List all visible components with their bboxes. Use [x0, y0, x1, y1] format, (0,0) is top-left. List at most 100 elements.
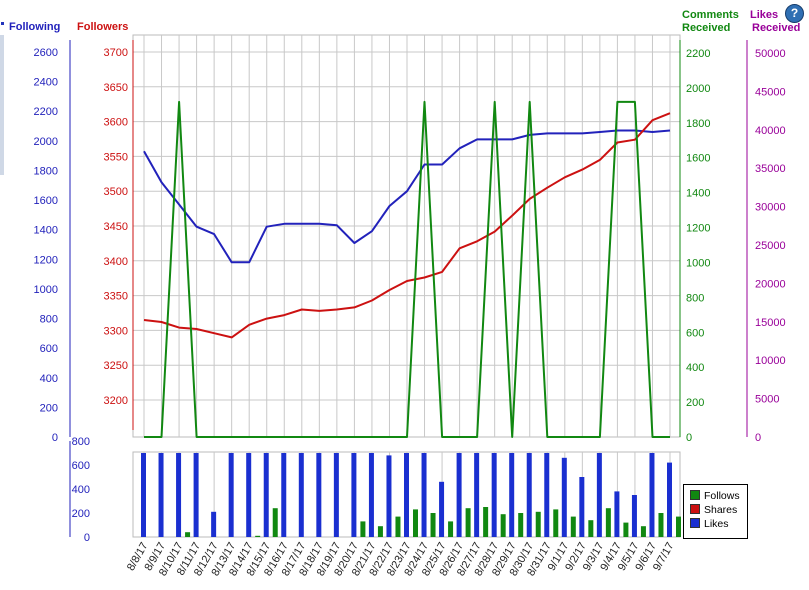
- following-tick-label: 2400: [34, 77, 58, 89]
- legend-swatch-likes: [690, 518, 700, 528]
- legend-swatch-shares: [690, 504, 700, 514]
- comments-tick-label: 600: [686, 327, 704, 339]
- follows-bar: [448, 521, 454, 537]
- bar-tick-label: 200: [72, 508, 90, 520]
- follows-bar: [395, 516, 401, 537]
- follows-bar: [377, 526, 383, 537]
- follows-bar: [430, 513, 436, 537]
- followers-tick-label: 3600: [104, 117, 128, 129]
- follows-bar: [360, 521, 366, 537]
- follows-bar: [623, 522, 629, 537]
- likes-bar: [667, 462, 672, 537]
- likes-bar: [526, 453, 532, 537]
- likes-bar: [368, 453, 374, 537]
- legend-label-follows: Follows: [704, 490, 740, 502]
- likes-bar: [579, 477, 585, 537]
- following-tick-label: 2200: [34, 106, 58, 118]
- likes-bar: [158, 453, 164, 537]
- follows-bar: [272, 508, 278, 537]
- likes-bar: [228, 453, 234, 537]
- follows-bar: [658, 513, 664, 537]
- following-tick-label: 0: [52, 432, 58, 444]
- comments-tick-label: 1800: [686, 118, 710, 130]
- followers-tick-label: 3500: [104, 186, 128, 198]
- likes-tick-label: 5000: [755, 394, 779, 406]
- following-tick-label: 2000: [34, 136, 58, 148]
- bar-tick-label: 0: [84, 532, 90, 544]
- likes-bar: [491, 453, 497, 537]
- likes-bar: [421, 453, 427, 537]
- likes-bar: [509, 453, 515, 537]
- following-tick-label: 1400: [34, 225, 58, 237]
- follows-bar: [255, 535, 261, 537]
- likes-bar: [386, 455, 392, 537]
- follows-bar: [483, 507, 489, 537]
- likes-tick-label: 10000: [755, 355, 786, 367]
- likes-bar: [596, 453, 602, 537]
- followers-tick-label: 3400: [104, 256, 128, 268]
- likes-tick-label: 20000: [755, 278, 786, 290]
- follows-bar: [553, 509, 559, 537]
- legend-swatch-follows: [690, 490, 700, 500]
- likes-bar: [474, 453, 480, 537]
- bar-legend: Follows Shares Likes: [683, 484, 748, 539]
- follows-bar: [500, 514, 506, 537]
- followers-tick-label: 3350: [104, 291, 128, 303]
- likes-tick-label: 40000: [755, 125, 786, 137]
- likes-tick-label: 35000: [755, 163, 786, 175]
- likes-tick-label: 25000: [755, 240, 786, 252]
- following-tick-label: 800: [40, 314, 58, 326]
- comments-tick-label: 1200: [686, 223, 710, 235]
- likes-bar: [263, 453, 269, 537]
- following-tick-label: 1800: [34, 165, 58, 177]
- comments-tick-label: 0: [686, 432, 692, 444]
- likes-tick-label: 30000: [755, 202, 786, 214]
- follows-bar: [185, 532, 191, 537]
- legend-item-follows: Follows: [690, 490, 740, 502]
- followers-tick-label: 3700: [104, 47, 128, 59]
- likes-bar: [298, 453, 304, 537]
- legend-label-shares: Shares: [704, 504, 738, 516]
- likes-bar: [404, 453, 409, 537]
- follows-bar: [588, 520, 594, 537]
- likes-bar: [631, 495, 637, 537]
- comments-tick-label: 2200: [686, 48, 710, 60]
- followers-tick-label: 3250: [104, 360, 128, 372]
- likes-tick-label: 0: [755, 432, 761, 444]
- followers-tick-label: 3450: [104, 221, 128, 233]
- likes-bar: [649, 453, 655, 537]
- following-tick-label: 1000: [34, 284, 58, 296]
- followers-tick-label: 3300: [104, 325, 128, 337]
- following-tick-label: 200: [40, 402, 58, 414]
- bar-tick-label: 600: [72, 460, 90, 472]
- legend-item-shares: Shares: [690, 504, 737, 516]
- likes-tick-label: 45000: [755, 86, 786, 98]
- comments-tick-label: 1400: [686, 188, 710, 200]
- legend-label-likes: Likes: [704, 518, 729, 530]
- likes-bar: [561, 457, 567, 537]
- likes-tick-label: 15000: [755, 317, 786, 329]
- likes-bar: [456, 453, 462, 537]
- follows-bar: [535, 511, 541, 537]
- likes-bar: [193, 453, 199, 537]
- follows-bar: [570, 516, 576, 537]
- follows-bar: [465, 508, 471, 537]
- follows-bar: [605, 508, 611, 537]
- following-tick-label: 1600: [34, 195, 58, 207]
- legend-item-likes: Likes: [690, 518, 729, 530]
- likes-bar: [544, 453, 550, 537]
- follows-bar: [676, 516, 681, 537]
- likes-bar: [316, 453, 322, 537]
- followers-tick-label: 3650: [104, 82, 128, 94]
- likes-bar: [439, 481, 445, 537]
- likes-bar: [246, 453, 252, 537]
- comments-tick-label: 1000: [686, 257, 710, 269]
- following-tick-label: 2600: [34, 47, 58, 59]
- bar-tick-label: 400: [72, 484, 90, 496]
- follows-bar: [518, 513, 524, 537]
- likes-bar: [176, 453, 182, 537]
- following-tick-label: 600: [40, 343, 58, 355]
- likes-bar: [351, 453, 357, 537]
- followers-tick-label: 3200: [104, 395, 128, 407]
- likes-bar: [281, 453, 287, 537]
